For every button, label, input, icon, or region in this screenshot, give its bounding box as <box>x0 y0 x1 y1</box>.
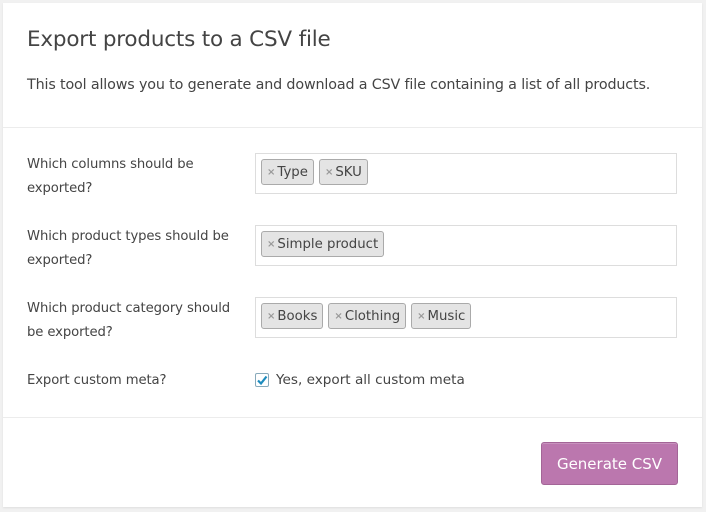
card-header: Export products to a CSV file This tool … <box>3 3 702 128</box>
meta-checkbox-label[interactable]: Yes, export all custom meta <box>276 372 465 388</box>
remove-icon[interactable]: × <box>417 311 425 322</box>
categories-label: Which product category should be exporte… <box>27 301 231 340</box>
chip-clothing: × Clothing <box>328 303 407 329</box>
meta-label: Export custom meta? <box>27 373 167 388</box>
remove-icon[interactable]: × <box>267 239 275 250</box>
chip-simple-product: × Simple product <box>261 231 385 257</box>
meta-checkbox-wrap[interactable]: Yes, export all custom meta <box>255 372 465 388</box>
types-label: Which product types should be exported? <box>27 229 229 268</box>
columns-select[interactable]: × Type × SKU <box>255 153 677 194</box>
meta-checkbox[interactable] <box>255 373 269 387</box>
remove-icon[interactable]: × <box>267 311 275 322</box>
generate-csv-button[interactable]: Generate CSV <box>541 442 678 485</box>
remove-icon[interactable]: × <box>334 311 342 322</box>
page-title: Export products to a CSV file <box>27 27 331 52</box>
page-description: This tool allows you to generate and dow… <box>27 77 651 93</box>
card-footer: Generate CSV <box>3 418 702 506</box>
export-card: Export products to a CSV file This tool … <box>3 3 702 507</box>
remove-icon[interactable]: × <box>267 167 275 178</box>
categories-select[interactable]: × Books × Clothing × Music <box>255 297 677 338</box>
chip-type: × Type <box>261 159 314 185</box>
types-select[interactable]: × Simple product <box>255 225 677 266</box>
checkmark-icon <box>257 375 268 386</box>
chip-sku: × SKU <box>318 159 368 185</box>
export-form: Which columns should be exported? × Type ×… <box>3 128 702 418</box>
remove-icon[interactable]: × <box>325 167 333 178</box>
chip-music: × Music <box>411 303 472 329</box>
chip-books: × Books <box>261 303 324 329</box>
columns-label: Which columns should be exported? <box>27 157 194 196</box>
